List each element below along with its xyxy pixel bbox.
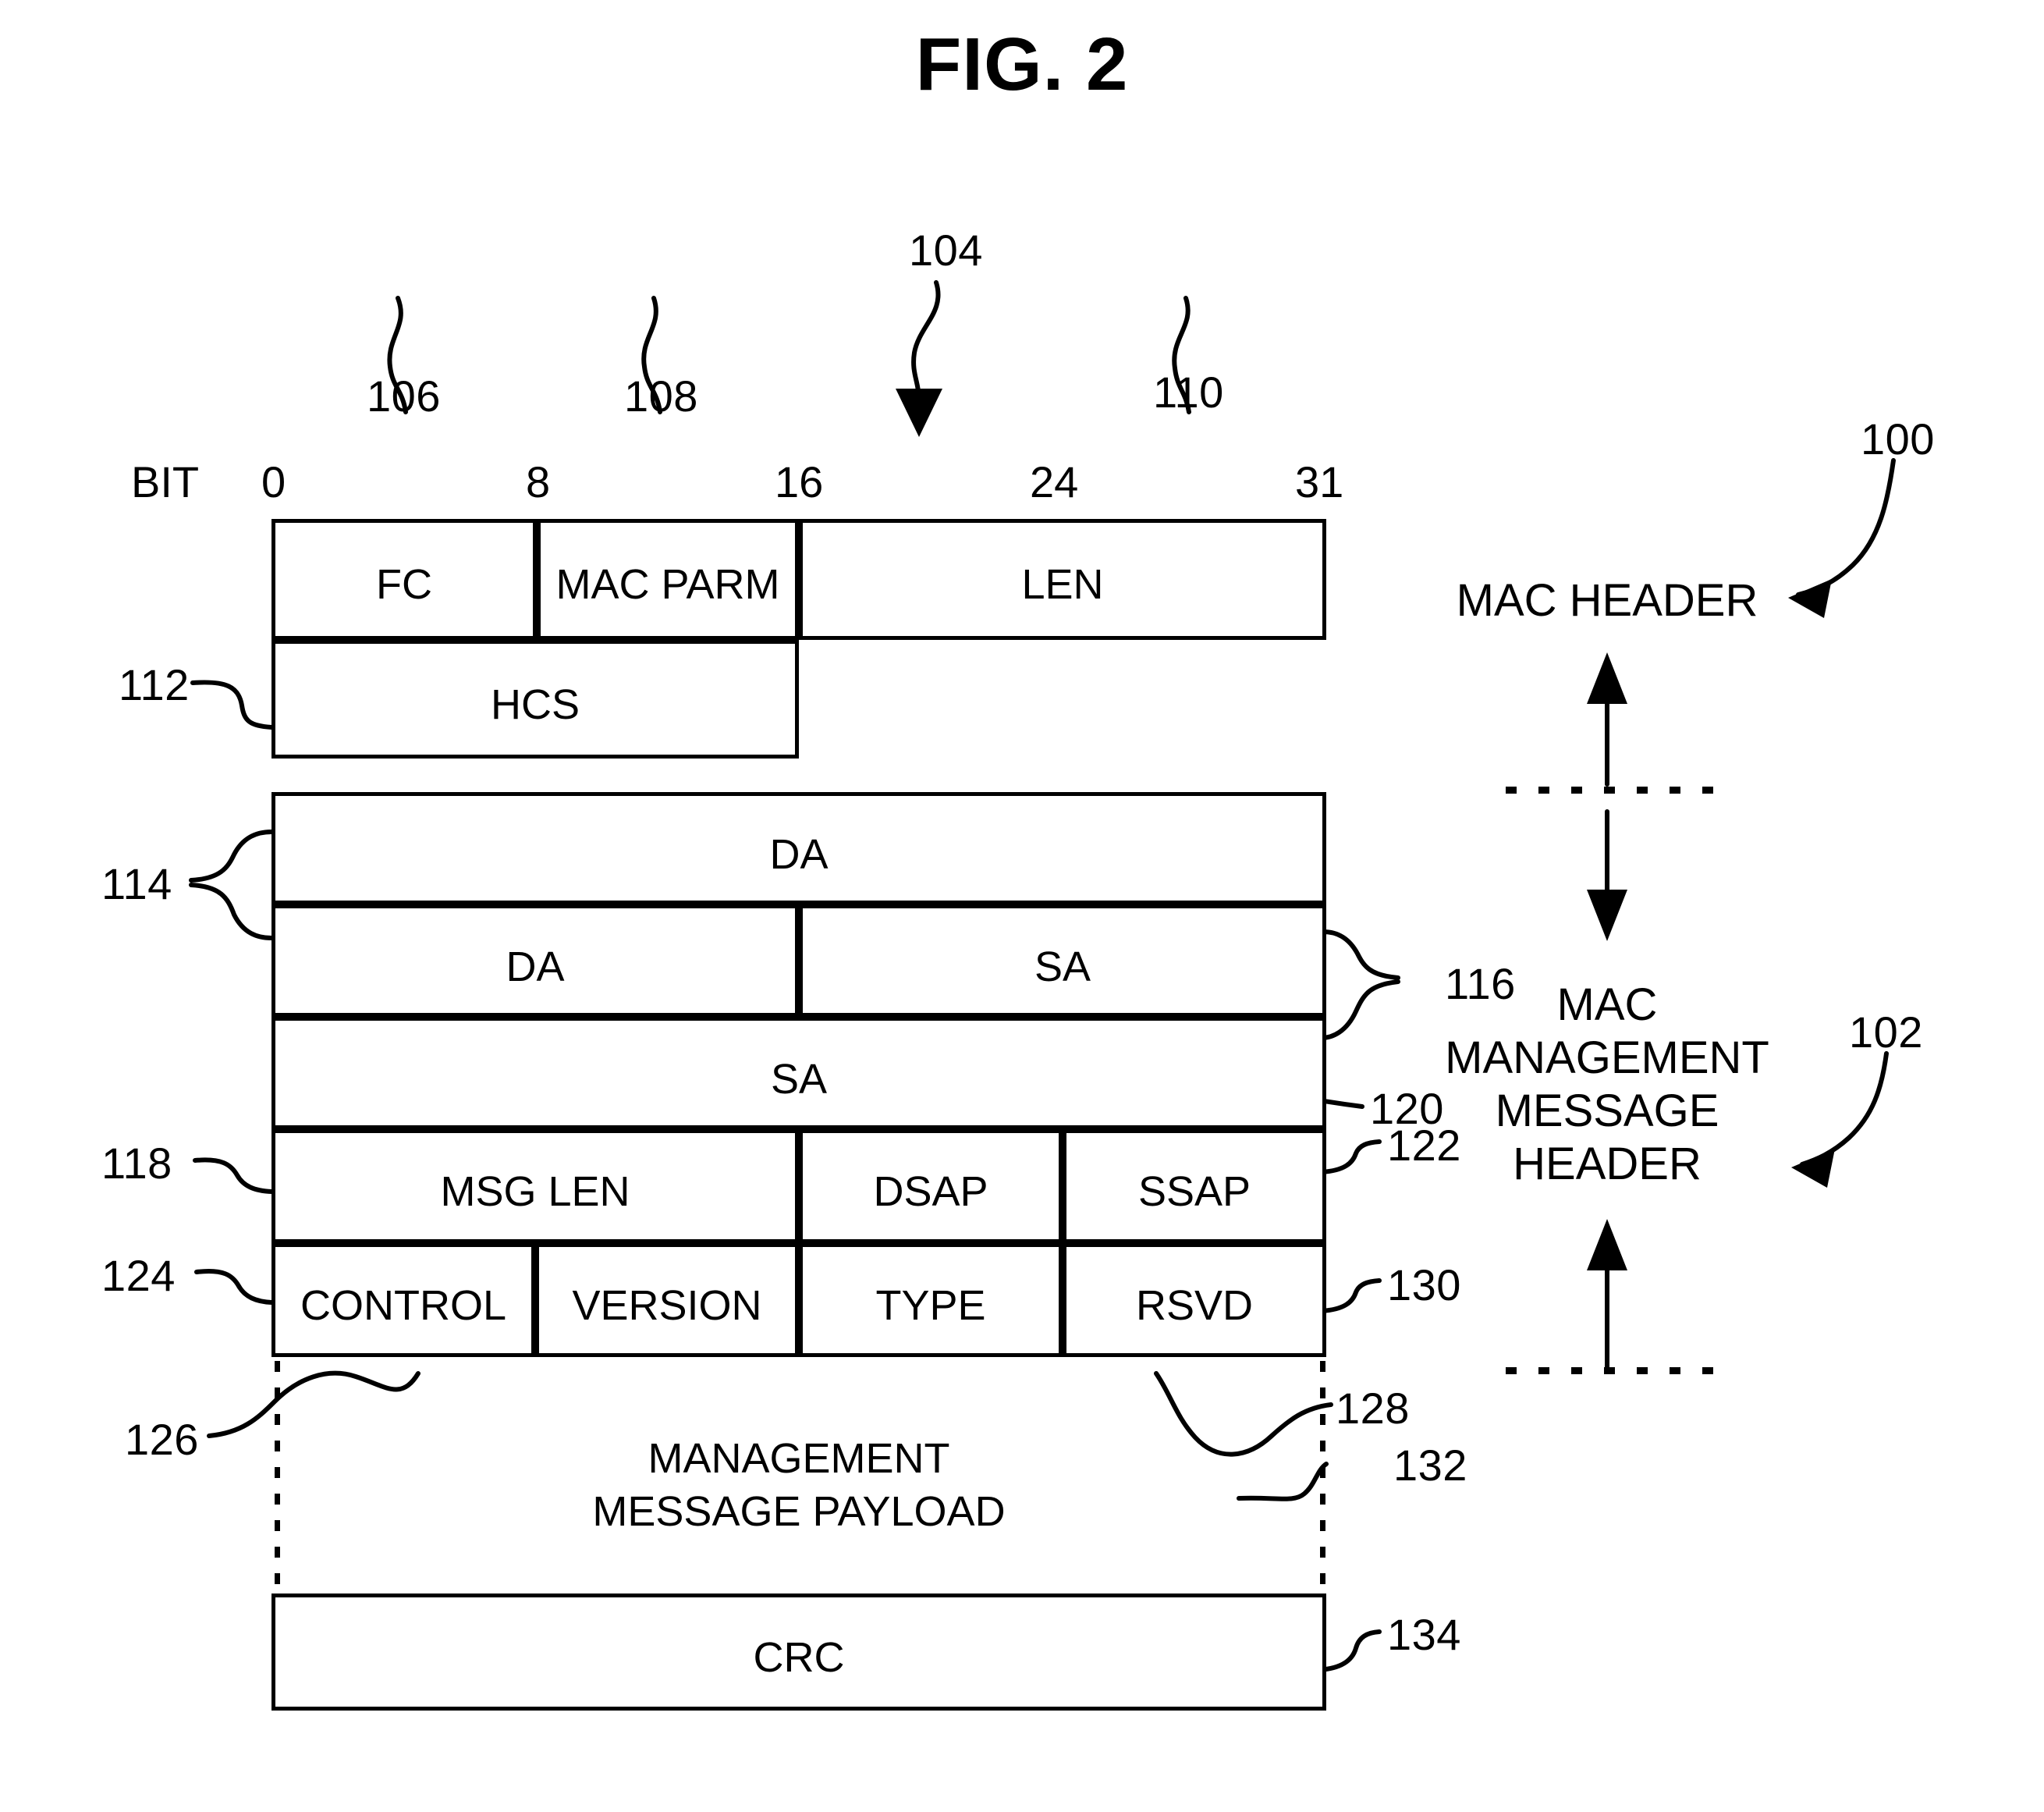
leader-104 — [911, 280, 941, 402]
arrowhead-104 — [896, 389, 942, 437]
cell-dsap-label: DSAP — [873, 1168, 988, 1215]
leader-122 — [1319, 1139, 1382, 1174]
bit-tick-24: 24 — [1030, 457, 1079, 506]
ref-130: 130 — [1387, 1260, 1461, 1309]
cell-da-half-label: DA — [506, 943, 565, 990]
arrowhead-100 — [1788, 579, 1832, 618]
legend-mgmt-line-4: HEADER — [1513, 1139, 1702, 1189]
payload-line-1: MANAGEMENT — [648, 1435, 950, 1482]
ref-106: 106 — [367, 371, 441, 421]
legend-mac-header: MAC HEADER — [1456, 575, 1758, 626]
page-title: FIG. 2 — [915, 23, 1129, 106]
leader-126 — [207, 1370, 421, 1438]
leader-124 — [194, 1269, 274, 1305]
ref-108: 108 — [624, 371, 698, 421]
cell-type-label: TYPE — [875, 1282, 986, 1329]
leader-100 — [1796, 458, 1896, 597]
cell-sa-full-label: SA — [770, 1056, 828, 1103]
ref-104: 104 — [909, 226, 983, 275]
bit-tick-8: 8 — [526, 457, 551, 506]
cell-mac-parm-label: MAC PARM — [555, 561, 780, 608]
legend-mgmt-line-2: MANAGEMENT — [1445, 1032, 1769, 1083]
leader-118 — [193, 1157, 274, 1194]
legend-mgmt-line-3: MESSAGE — [1495, 1085, 1719, 1136]
arrowhead-up-mgmt — [1587, 1219, 1627, 1270]
cell-rsvd-label: RSVD — [1135, 1282, 1254, 1329]
arrowhead-up-mac-header — [1587, 652, 1627, 704]
cell-sa-half-label: SA — [1034, 943, 1091, 990]
ref-100: 100 — [1861, 414, 1935, 464]
ref-128: 128 — [1336, 1384, 1410, 1433]
legend-divider-lower — [1506, 1367, 1715, 1374]
cell-fc-label: FC — [376, 561, 432, 608]
bit-tick-31: 31 — [1295, 457, 1344, 506]
leader-102 — [1800, 1051, 1889, 1167]
ref-110: 110 — [1153, 368, 1224, 417]
ref-118: 118 — [101, 1139, 172, 1188]
leader-114-top — [189, 830, 274, 883]
ref-126: 126 — [125, 1415, 199, 1464]
legend-divider-upper — [1506, 787, 1715, 794]
arrowhead-102 — [1791, 1149, 1835, 1188]
leader-112 — [190, 680, 274, 730]
cell-crc-label: CRC — [753, 1634, 845, 1681]
ref-102: 102 — [1849, 1007, 1923, 1057]
cell-da-full-label: DA — [769, 831, 829, 878]
arrowhead-down-mgmt — [1587, 890, 1627, 941]
leader-134 — [1316, 1629, 1382, 1672]
leader-116-top — [1321, 929, 1400, 980]
leader-116-bottom — [1319, 979, 1400, 1040]
bit-tick-0: 0 — [261, 457, 286, 506]
leader-130 — [1319, 1278, 1382, 1313]
bit-tick-16: 16 — [775, 457, 824, 506]
ref-132: 132 — [1393, 1441, 1467, 1490]
ref-134: 134 — [1387, 1610, 1461, 1659]
ref-112: 112 — [119, 660, 190, 709]
cell-msg-len-label: MSG LEN — [440, 1168, 630, 1215]
cell-len-label: LEN — [1021, 561, 1104, 608]
bit-ruler-label: BIT — [131, 457, 200, 506]
leader-114-bottom — [189, 883, 274, 940]
cell-hcs-label: HCS — [490, 681, 580, 728]
legend-mgmt-line-1: MAC — [1556, 979, 1658, 1030]
payload-line-2: MESSAGE PAYLOAD — [592, 1488, 1006, 1535]
cell-ssap-label: SSAP — [1137, 1168, 1251, 1215]
ref-124: 124 — [101, 1251, 176, 1300]
cell-control-label: CONTROL — [300, 1282, 506, 1329]
ref-114: 114 — [101, 859, 172, 908]
cell-version-label: VERSION — [572, 1282, 762, 1329]
